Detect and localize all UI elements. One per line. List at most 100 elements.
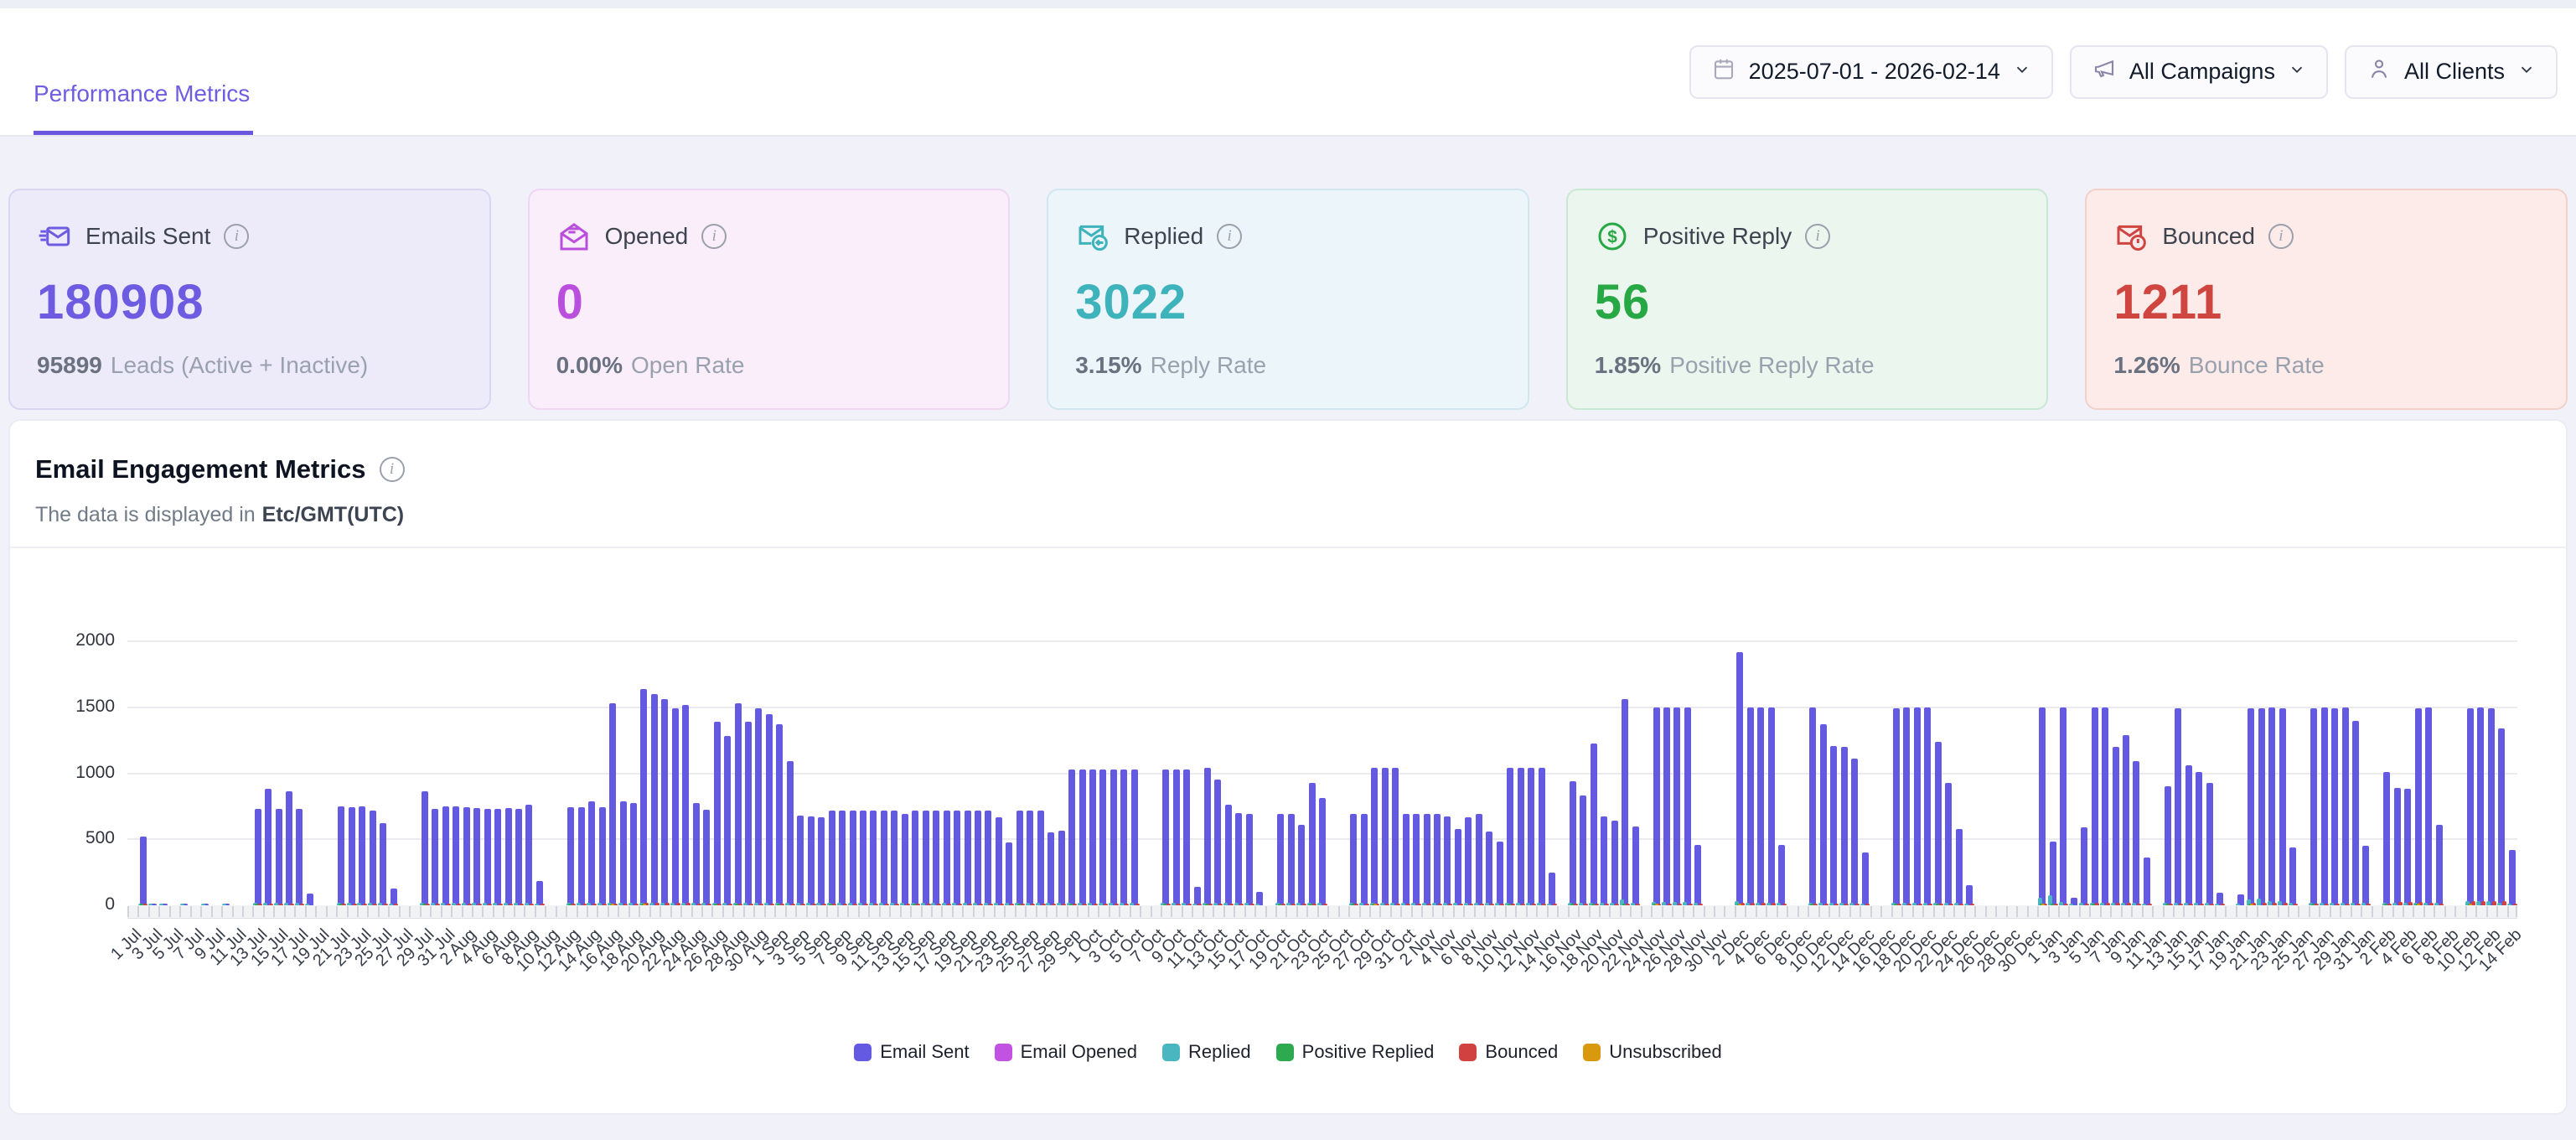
- bar-email-sent: [1539, 768, 1545, 905]
- bar-email-sent: [1319, 798, 1326, 905]
- x-axis-tick: [200, 906, 202, 917]
- x-axis-tick: [1808, 906, 1809, 917]
- legend-swatch: [854, 1044, 872, 1061]
- x-axis-tick: [1213, 906, 1214, 917]
- bar-email-sent: [2342, 707, 2349, 905]
- megaphone-icon: [2092, 56, 2117, 87]
- x-axis-tick: [1526, 906, 1528, 917]
- x-axis-tick: [941, 906, 943, 917]
- bar-email-sent: [1653, 707, 1660, 905]
- legend-item[interactable]: Bounced: [1459, 1041, 1558, 1063]
- x-axis-tick: [1421, 906, 1423, 917]
- legend-item[interactable]: Email Opened: [995, 1041, 1137, 1063]
- x-axis-tick: [420, 906, 422, 917]
- x-axis-tick: [1599, 906, 1601, 917]
- x-axis-tick: [2100, 906, 2102, 917]
- x-axis-tick: [503, 906, 504, 917]
- bar-email-sent: [1204, 768, 1211, 905]
- x-axis-tick: [1714, 906, 1715, 917]
- bar-email-sent: [2331, 708, 2338, 905]
- bar-email-sent: [1214, 780, 1221, 905]
- bar-email-sent: [1747, 707, 1754, 905]
- bar-email-sent: [1601, 816, 1607, 905]
- x-axis-tick: [326, 906, 328, 917]
- bar-email-sent: [588, 801, 595, 905]
- x-axis-tick: [2507, 906, 2509, 917]
- bar-email-sent: [2467, 708, 2474, 905]
- clients-filter-dropdown[interactable]: All Clients: [2345, 45, 2558, 99]
- card-emails-sent: Emails Sent i 180908 95899Leads (Active …: [8, 189, 491, 410]
- info-icon[interactable]: i: [1805, 224, 1830, 249]
- x-axis-tick: [1067, 906, 1068, 917]
- x-axis-tick: [399, 906, 401, 917]
- x-axis-tick: [441, 906, 442, 917]
- filter-controls: 2025-07-01 - 2026-02-14 All Campaigns Al…: [1689, 45, 2558, 99]
- bar-email-sent: [494, 809, 501, 905]
- y-axis: 0500100015002000: [10, 641, 115, 905]
- x-axis-tick: [1265, 906, 1267, 917]
- legend-item[interactable]: Replied: [1162, 1041, 1251, 1063]
- y-axis-tick-label: 1500: [75, 697, 115, 717]
- info-icon[interactable]: i: [2268, 224, 2294, 249]
- bar-email-sent: [1673, 707, 1680, 905]
- x-axis-tick: [493, 906, 494, 917]
- bar-email-sent: [1288, 814, 1295, 905]
- x-axis-tick: [2236, 906, 2237, 917]
- bar-email-sent: [1246, 814, 1253, 905]
- card-value: 56: [1595, 274, 2020, 330]
- bar-email-sent: [661, 699, 668, 905]
- bar-email-sent: [1068, 770, 1075, 905]
- legend-item[interactable]: Positive Replied: [1276, 1041, 1435, 1063]
- x-axis-tick: [628, 906, 630, 917]
- x-axis-tick: [691, 906, 693, 917]
- gridline: [127, 640, 2517, 642]
- date-range-picker[interactable]: 2025-07-01 - 2026-02-14: [1689, 45, 2053, 99]
- x-axis-tick: [1015, 906, 1016, 917]
- bar-email-sent: [255, 809, 261, 905]
- x-axis-tick: [806, 906, 808, 917]
- x-axis-tick: [1943, 906, 1945, 917]
- card-label: Positive Reply: [1643, 223, 1792, 250]
- bar-email-sent: [2498, 728, 2505, 905]
- info-icon[interactable]: i: [701, 224, 727, 249]
- x-axis-tick: [1641, 906, 1642, 917]
- x-axis-tick: [1046, 906, 1047, 917]
- x-axis-tick: [482, 906, 484, 917]
- x-axis-tick: [1119, 906, 1120, 917]
- x-axis-tick: [826, 906, 828, 917]
- x-axis-tick: [2392, 906, 2394, 917]
- x-axis-tick: [1327, 906, 1329, 917]
- x-axis-tick: [1693, 906, 1694, 917]
- bar-email-sent: [682, 705, 689, 905]
- legend-item[interactable]: Unsubscribed: [1583, 1041, 1722, 1063]
- bar-email-sent: [1663, 707, 1670, 905]
- x-axis-tick: [921, 906, 923, 917]
- info-icon[interactable]: i: [380, 457, 405, 482]
- bar-email-sent: [2268, 707, 2275, 905]
- x-axis-tick: [2225, 906, 2227, 917]
- bar-email-sent: [2404, 789, 2411, 905]
- x-axis-tick: [1829, 906, 1830, 917]
- legend-item[interactable]: Email Sent: [854, 1041, 969, 1063]
- x-axis-tick: [1745, 906, 1746, 917]
- info-icon[interactable]: i: [1217, 224, 1242, 249]
- x-axis-tick: [2110, 906, 2112, 917]
- bar-email-sent: [1632, 826, 1639, 906]
- bar-email-sent: [2425, 707, 2432, 905]
- x-axis-tick: [910, 906, 912, 917]
- x-axis-tick: [1369, 906, 1371, 917]
- x-axis-tick: [931, 906, 933, 917]
- bar-email-sent: [453, 806, 459, 905]
- x-axis-tick: [795, 906, 797, 917]
- campaigns-filter-dropdown[interactable]: All Campaigns: [2070, 45, 2328, 99]
- x-axis-tick: [1630, 906, 1632, 917]
- bar-email-sent: [850, 811, 856, 905]
- x-axis-tick: [1182, 906, 1183, 917]
- bar-email-sent: [1413, 814, 1420, 905]
- bar-email-sent: [923, 811, 929, 905]
- tab-performance-metrics[interactable]: Performance Metrics: [34, 80, 253, 135]
- x-axis-tick: [378, 906, 380, 917]
- bar-email-sent: [2113, 747, 2119, 905]
- info-icon[interactable]: i: [224, 224, 249, 249]
- x-axis-tick: [1662, 906, 1663, 917]
